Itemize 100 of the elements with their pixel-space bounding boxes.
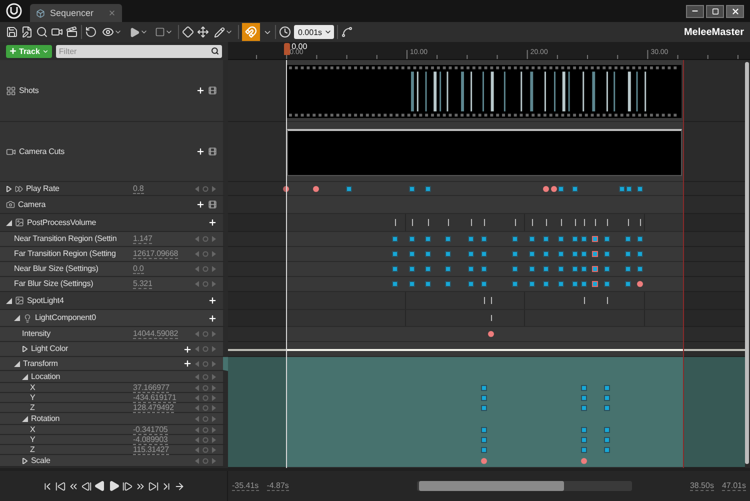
value-field[interactable]: 1.147 xyxy=(133,234,152,244)
clapperboard-icon[interactable] xyxy=(66,26,78,38)
horizontal-scrollbar[interactable] xyxy=(416,481,632,491)
playhead-marker[interactable] xyxy=(284,43,290,55)
expanded-arrow-icon[interactable] xyxy=(22,416,28,422)
previous-key-icon[interactable] xyxy=(68,480,79,492)
keyframe-dot[interactable] xyxy=(480,458,487,464)
keyframe[interactable] xyxy=(445,236,452,242)
keyframe[interactable] xyxy=(445,251,452,257)
value-field[interactable]: 0.0 xyxy=(133,264,144,274)
keyframe[interactable] xyxy=(528,251,535,257)
set-end-icon[interactable] xyxy=(161,480,172,492)
expanded-arrow-icon[interactable] xyxy=(6,298,12,304)
next-key-icon[interactable] xyxy=(135,480,146,492)
keyframe[interactable] xyxy=(392,281,398,287)
keyframe[interactable] xyxy=(558,236,564,242)
scrollbar-thumb[interactable] xyxy=(745,62,749,464)
add-icon[interactable] xyxy=(183,344,192,354)
keyframe-dot[interactable] xyxy=(551,186,558,192)
keyframe[interactable] xyxy=(542,236,549,242)
jump-end-icon[interactable] xyxy=(148,480,159,492)
add-icon[interactable] xyxy=(208,296,217,305)
step-back-icon[interactable] xyxy=(81,480,92,492)
keyframe[interactable] xyxy=(424,266,431,272)
keyframe[interactable] xyxy=(604,236,610,242)
keyframe[interactable] xyxy=(542,266,549,272)
keyframe[interactable] xyxy=(424,186,431,192)
play-reverse-icon[interactable] xyxy=(94,480,106,492)
maximize-button[interactable] xyxy=(706,4,724,18)
keyframe[interactable] xyxy=(558,251,564,257)
keyframe[interactable] xyxy=(604,281,610,287)
keyframe[interactable] xyxy=(542,281,549,287)
keyframe[interactable] xyxy=(346,186,352,192)
selected-keyframe[interactable] xyxy=(592,266,598,272)
key-navigation-icon[interactable] xyxy=(195,186,217,192)
arrow-right-icon[interactable] xyxy=(174,480,185,492)
keyframe[interactable] xyxy=(409,251,416,257)
collapsed-arrow-icon[interactable] xyxy=(22,458,28,464)
close-icon[interactable] xyxy=(108,9,116,17)
snap-toggle[interactable] xyxy=(242,23,260,41)
collapsed-arrow-icon[interactable] xyxy=(22,346,28,352)
working-range-end[interactable]: 47.01s xyxy=(722,481,746,491)
keyframe[interactable] xyxy=(604,266,610,272)
keyframe[interactable] xyxy=(512,266,518,272)
view-range-end[interactable]: 38.50s xyxy=(690,481,714,491)
keyframe[interactable] xyxy=(392,236,398,242)
camera-cut-section[interactable] xyxy=(287,129,682,176)
keyframe[interactable] xyxy=(409,266,416,272)
keyframe-dot[interactable] xyxy=(542,186,549,192)
minimize-button[interactable] xyxy=(686,4,704,18)
value-field[interactable]: 5.321 xyxy=(133,279,152,289)
move-icon[interactable] xyxy=(197,26,209,38)
keyframe[interactable] xyxy=(558,281,564,287)
sequencer-tab[interactable]: Sequencer xyxy=(30,4,122,22)
keyframe[interactable] xyxy=(512,251,518,257)
keyframe[interactable] xyxy=(392,266,398,272)
add-icon[interactable] xyxy=(208,314,217,322)
film-icon[interactable] xyxy=(208,86,217,95)
selected-keyframe[interactable] xyxy=(592,281,598,287)
keyframe-dot[interactable] xyxy=(637,281,644,287)
keyframe[interactable] xyxy=(424,236,431,242)
keyframe[interactable] xyxy=(625,281,632,287)
film-icon[interactable] xyxy=(208,147,217,156)
keyframe[interactable] xyxy=(409,281,416,287)
keyframe[interactable] xyxy=(528,281,535,287)
keyframe[interactable] xyxy=(572,186,578,192)
add-icon[interactable] xyxy=(196,200,205,209)
add-icon[interactable] xyxy=(183,359,192,368)
clock-icon[interactable] xyxy=(279,26,291,38)
refresh-icon[interactable] xyxy=(85,26,97,38)
value-field[interactable]: 14044.59082 xyxy=(133,329,178,339)
selected-keyframe[interactable] xyxy=(592,251,598,257)
keyframe[interactable] xyxy=(604,251,610,257)
film-icon[interactable] xyxy=(208,200,217,209)
keyframe[interactable] xyxy=(558,186,564,192)
set-start-icon[interactable] xyxy=(42,480,53,492)
play-icon[interactable] xyxy=(108,480,120,492)
expanded-arrow-icon[interactable] xyxy=(6,220,12,226)
shot-filmstrip-drawing[interactable] xyxy=(287,65,682,118)
add-icon[interactable] xyxy=(196,147,205,156)
jump-start-icon[interactable] xyxy=(55,480,66,492)
keyframe-dot[interactable] xyxy=(312,186,319,192)
keyframe[interactable] xyxy=(528,236,535,242)
keyframe-dot[interactable] xyxy=(488,331,494,337)
keyframe[interactable] xyxy=(445,281,452,287)
selected-keyframe[interactable] xyxy=(592,236,598,242)
keyframe[interactable] xyxy=(424,281,431,287)
save-icon[interactable] xyxy=(6,26,18,38)
step-forward-icon[interactable] xyxy=(122,480,133,492)
close-button[interactable] xyxy=(726,4,744,18)
keyframe[interactable] xyxy=(512,236,518,242)
camera-icon[interactable] xyxy=(51,26,63,38)
value-field[interactable]: 12617.09668 xyxy=(133,249,178,259)
expanded-arrow-icon[interactable] xyxy=(14,360,20,366)
keyframe[interactable] xyxy=(445,266,452,272)
filter-field[interactable]: Filter xyxy=(56,44,222,58)
keyframe[interactable] xyxy=(409,236,416,242)
expanded-arrow-icon[interactable] xyxy=(22,374,28,380)
keyframe[interactable] xyxy=(528,266,535,272)
time-step-dropdown[interactable]: 0.001s xyxy=(294,25,334,39)
